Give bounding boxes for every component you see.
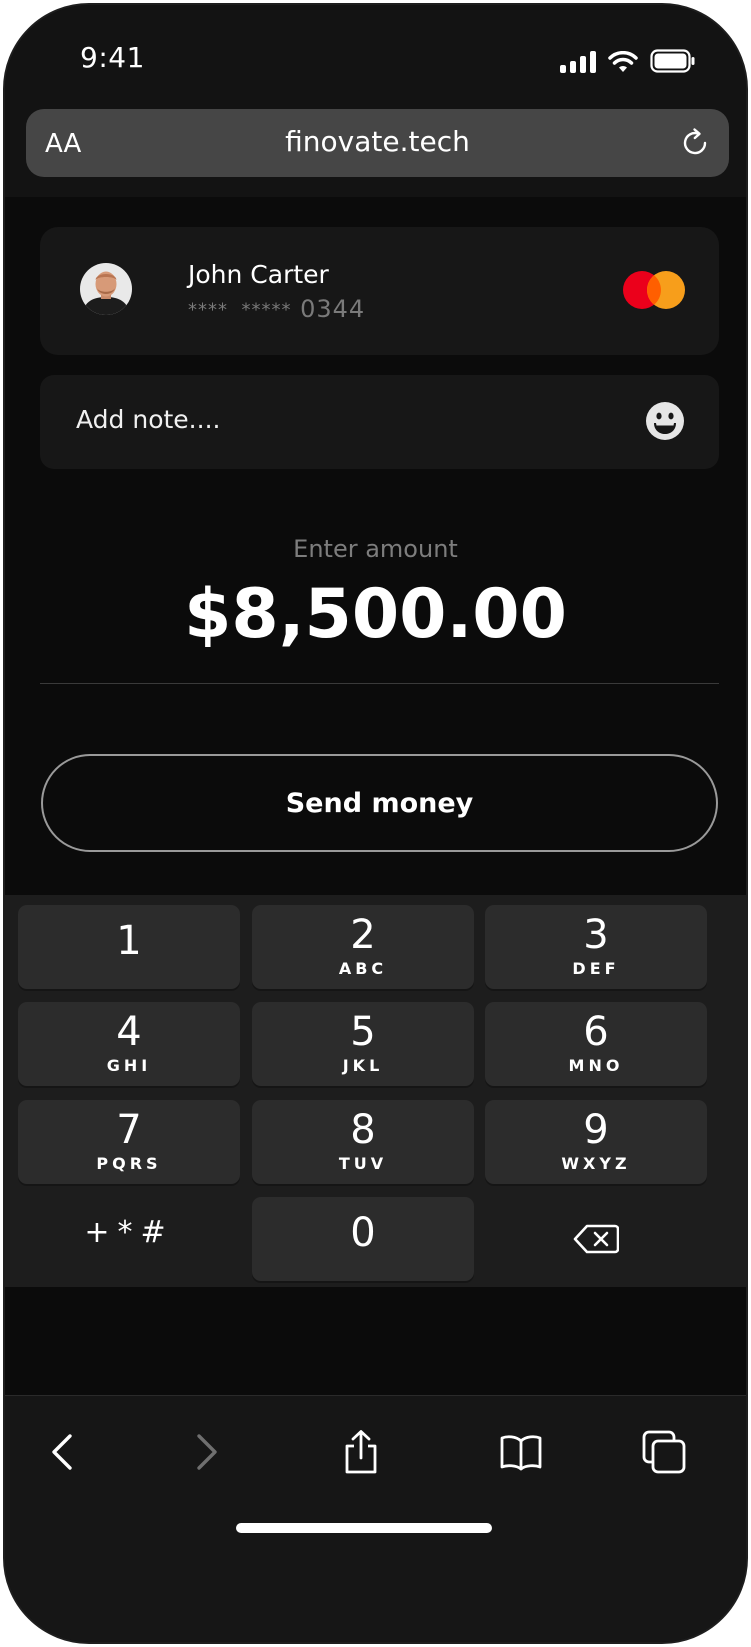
key-symbols[interactable]: +*# bbox=[18, 1197, 240, 1281]
key-7[interactable]: 7 PQRS bbox=[18, 1100, 240, 1184]
payment-content: John Carter **** ***** 0344 Add note....… bbox=[5, 197, 746, 1477]
key-0[interactable]: 0 bbox=[252, 1197, 474, 1281]
home-indicator bbox=[236, 1523, 492, 1533]
chevron-right-icon[interactable] bbox=[183, 1430, 227, 1474]
key-2[interactable]: 2 ABC bbox=[252, 905, 474, 989]
key-digit: 3 bbox=[583, 912, 609, 958]
avatar bbox=[80, 263, 132, 315]
status-time: 9:41 bbox=[80, 41, 145, 74]
key-3[interactable]: 3 DEF bbox=[485, 905, 707, 989]
amount-value[interactable]: $8,500.00 bbox=[5, 575, 746, 654]
key-digit: 7 bbox=[116, 1107, 142, 1153]
browser-toolbar bbox=[5, 1395, 746, 1642]
card-last4: 0344 bbox=[300, 295, 366, 323]
key-letters: MNO bbox=[568, 1056, 624, 1075]
note-field[interactable]: Add note.... bbox=[40, 375, 719, 469]
key-5[interactable]: 5 JKL bbox=[252, 1002, 474, 1086]
status-icons bbox=[560, 49, 696, 73]
wifi-icon bbox=[608, 51, 638, 72]
key-letters: WXYZ bbox=[561, 1154, 631, 1173]
tabs-icon[interactable] bbox=[642, 1430, 686, 1474]
key-digit: 8 bbox=[350, 1107, 376, 1153]
key-letters: ABC bbox=[338, 959, 388, 978]
key-4[interactable]: 4 GHI bbox=[18, 1002, 240, 1086]
browser-address-area: AA finovate.tech bbox=[5, 101, 746, 197]
key-digit: 4 bbox=[116, 1009, 142, 1055]
send-money-button[interactable]: Send money bbox=[41, 754, 718, 852]
key-letters: PQRS bbox=[96, 1154, 162, 1173]
amount-divider bbox=[40, 683, 719, 684]
key-letters: JKL bbox=[342, 1056, 384, 1075]
key-letters: DEF bbox=[572, 959, 620, 978]
key-digit: 9 bbox=[583, 1107, 609, 1153]
battery-icon bbox=[650, 49, 695, 73]
amount-label: Enter amount bbox=[293, 535, 458, 563]
cellular-signal-icon bbox=[560, 51, 596, 73]
key-letters: TUV bbox=[338, 1154, 388, 1173]
recipient-name: John Carter bbox=[188, 260, 329, 289]
smiley-icon[interactable] bbox=[645, 401, 685, 441]
key-digit: 0 bbox=[350, 1210, 376, 1256]
recipient-card[interactable]: John Carter **** ***** 0344 bbox=[40, 227, 719, 355]
key-digit: 1 bbox=[116, 918, 142, 964]
key-6[interactable]: 6 MNO bbox=[485, 1002, 707, 1086]
status-bar: 9:41 bbox=[5, 5, 746, 105]
key-1[interactable]: 1 bbox=[18, 905, 240, 989]
mastercard-icon bbox=[623, 271, 685, 309]
address-bar[interactable]: AA finovate.tech bbox=[26, 109, 729, 177]
numeric-keypad: 1 2 ABC 3 DEF 4 GHI 5 JKL 6 MNO 7 PQRS 8… bbox=[5, 895, 746, 1287]
key-9[interactable]: 9 WXYZ bbox=[485, 1100, 707, 1184]
backspace-icon bbox=[573, 1224, 620, 1254]
reload-icon[interactable] bbox=[679, 127, 711, 159]
chevron-left-icon[interactable] bbox=[42, 1430, 86, 1474]
share-icon[interactable] bbox=[339, 1430, 383, 1474]
phone-frame: 9:41 AA finovate.tech John Carter **** *… bbox=[3, 3, 748, 1644]
key-8[interactable]: 8 TUV bbox=[252, 1100, 474, 1184]
card-number: **** ***** 0344 bbox=[188, 295, 365, 323]
card-mask: **** ***** bbox=[188, 299, 292, 321]
key-letters: GHI bbox=[106, 1056, 152, 1075]
key-digit: 6 bbox=[583, 1009, 609, 1055]
note-placeholder: Add note.... bbox=[76, 405, 221, 434]
key-digit: 2 bbox=[350, 912, 376, 958]
symbols-label: +*# bbox=[84, 1215, 174, 1250]
book-icon[interactable] bbox=[499, 1430, 543, 1474]
backspace-key[interactable] bbox=[485, 1197, 707, 1281]
url-text[interactable]: finovate.tech bbox=[26, 125, 729, 158]
key-digit: 5 bbox=[350, 1009, 376, 1055]
